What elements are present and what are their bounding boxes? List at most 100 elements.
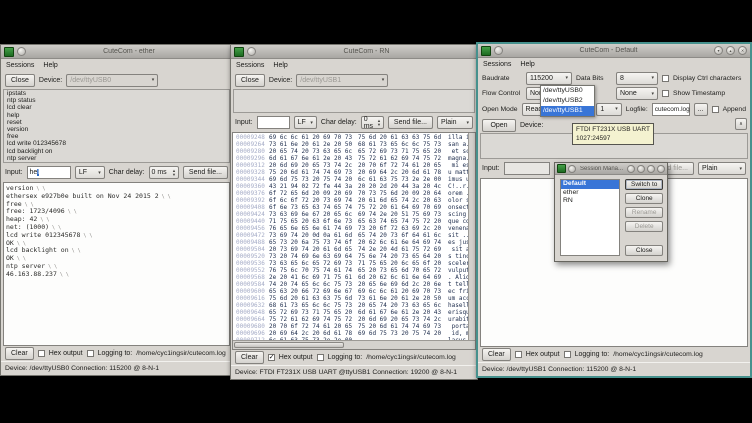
maximize-button[interactable] (647, 165, 655, 173)
hex-row: 000093926f 6c 6f 72 20 73 69 7420 61 6d … (236, 197, 475, 204)
command-input[interactable] (257, 116, 290, 129)
hex-output-view[interactable]: 0000924869 6c 6c 61 20 69 70 7375 6d 20 … (232, 132, 476, 350)
device-combo[interactable]: /dev/ttyUSB1 (296, 74, 388, 87)
session-item[interactable]: RN (561, 197, 619, 206)
hex-rows: 0000924869 6c 6c 61 20 69 70 7375 6d 20 … (236, 134, 475, 344)
history-item[interactable]: ntp status (4, 97, 229, 104)
close-button[interactable] (657, 165, 665, 173)
collapse-settings-button[interactable]: ∧ (735, 118, 747, 130)
window-menu-button[interactable] (568, 165, 576, 173)
minimize-button[interactable]: ▾ (714, 46, 723, 55)
command-input[interactable] (504, 162, 550, 175)
show-timestamp-checkbox[interactable] (662, 90, 669, 97)
history-item[interactable]: reset (4, 119, 229, 126)
logfile-field[interactable]: cutecom.log (652, 103, 690, 116)
menu-sessions[interactable]: Sessions (236, 62, 264, 69)
history-item[interactable]: ipstats (4, 90, 229, 97)
send-file-button[interactable]: Send file... (388, 116, 433, 129)
rename-button[interactable]: Rename (625, 207, 663, 218)
logfile-browse-button[interactable]: ... (694, 103, 708, 116)
history-item[interactable]: lcd backlight on (4, 148, 229, 155)
session-item[interactable]: ether (561, 189, 619, 198)
clear-button[interactable]: Clear (5, 347, 34, 360)
spinner-arrows-icon[interactable]: ▲▼ (172, 169, 176, 176)
menu-help[interactable]: Help (43, 62, 57, 69)
device-option[interactable]: /dev/ttyUSB0 (541, 86, 594, 96)
command-input[interactable]: hel (27, 166, 71, 179)
clone-button[interactable]: Clone (625, 193, 663, 204)
history-item[interactable]: version (4, 126, 229, 133)
cutecom-icon (557, 164, 566, 173)
databits-combo[interactable]: 8 (616, 72, 658, 85)
horizontal-scrollbar[interactable] (233, 340, 475, 349)
log-path: /home/cyc1ingsir/cutecom.log (366, 354, 456, 361)
terminal-output[interactable]: version \ \ethersex e927b0e built on Nov… (3, 182, 230, 346)
send-file-button[interactable]: Send file... (183, 166, 228, 179)
hex-row: 0000950420 73 69 74 20 61 6d 6574 2e 20 … (236, 246, 475, 253)
char-delay-spinner[interactable]: 0 ms▲▼ (361, 116, 384, 129)
line-ending-combo[interactable]: LF (75, 166, 105, 179)
char-delay-spinner[interactable]: 0 ms▲▼ (149, 166, 179, 179)
history-item[interactable]: ntp server (4, 155, 229, 162)
command-history-list[interactable]: ipstatsntp statuslcd clearhelpresetversi… (3, 89, 230, 163)
hex-row: 0000952073 20 74 69 6e 63 69 6475 6e 74 … (236, 253, 475, 260)
device-dropdown-list[interactable]: /dev/ttyUSB0/dev/ttyUSB2/dev/ttyUSB1 (540, 85, 595, 117)
menu-help[interactable]: Help (520, 61, 534, 68)
dialog-titlebar[interactable]: Session Mana... (555, 163, 667, 175)
switch-to-button[interactable]: Switch to (625, 179, 663, 190)
history-item[interactable]: help (4, 112, 229, 119)
history-item[interactable]: free (4, 133, 229, 140)
spinner-arrows-icon[interactable]: ▲▼ (377, 119, 381, 126)
clear-button[interactable]: Clear (482, 348, 511, 361)
window-menu-button[interactable] (247, 47, 256, 56)
session-list[interactable]: DefaultetherRN (560, 179, 620, 256)
maximize-button[interactable]: ▴ (726, 46, 735, 55)
minimize-button[interactable] (637, 165, 645, 173)
settings-row-3: Open Mode Read/Write Stop Bits 1 Logfile… (478, 102, 750, 116)
hex-row: 0000948865 73 20 6a 75 73 74 6f20 62 6c … (236, 239, 475, 246)
delete-button[interactable]: Delete (625, 221, 663, 232)
logging-checkbox[interactable] (317, 354, 324, 361)
close-button[interactable]: ✕ (738, 46, 747, 55)
log-path: /home/cyc1ingsir/cutecom.log (613, 351, 703, 358)
hex-row: 0000964865 72 69 73 71 75 65 206d 61 67 … (236, 309, 475, 316)
pin-button[interactable] (627, 165, 635, 173)
stop-bits-combo[interactable]: 1 (596, 103, 621, 116)
scrollbar-thumb[interactable] (234, 342, 344, 348)
titlebar[interactable]: CuteCom - ether (1, 45, 232, 59)
titlebar[interactable]: CuteCom - Default ▾ ▴ ✕ (478, 44, 750, 58)
device-option[interactable]: /dev/ttyUSB2 (541, 96, 594, 106)
line-ending-combo[interactable]: LF (294, 116, 317, 129)
device-option[interactable]: /dev/ttyUSB1 (541, 106, 594, 116)
command-history-list[interactable] (233, 89, 475, 113)
history-item[interactable]: lcd write 012345678 (4, 140, 229, 147)
titlebar[interactable]: CuteCom - RN (231, 45, 477, 59)
menu-sessions[interactable]: Sessions (483, 61, 511, 68)
close-connection-button[interactable]: Close (5, 74, 35, 87)
cutecom-icon (4, 47, 14, 57)
menubar: Sessions Help (231, 59, 477, 71)
logging-checkbox[interactable] (87, 350, 94, 357)
close-connection-button[interactable]: Close (235, 74, 265, 87)
open-connection-button[interactable]: Open (482, 119, 516, 132)
logging-checkbox[interactable] (564, 351, 571, 358)
display-ctrl-checkbox[interactable] (662, 75, 669, 82)
session-item[interactable]: Default (561, 180, 619, 189)
display-mode-combo[interactable]: Plain (698, 162, 746, 175)
display-mode-combo[interactable]: Plain (437, 116, 473, 129)
close-dialog-button[interactable]: Close (625, 245, 663, 256)
parity-combo[interactable]: None (616, 87, 658, 100)
hex-output-checkbox[interactable] (268, 354, 275, 361)
device-combo[interactable]: /dev/ttyUSB0 (66, 74, 158, 87)
vertical-scrollbar[interactable] (468, 133, 475, 341)
window-menu-button[interactable] (494, 46, 503, 55)
history-item[interactable]: lcd clear (4, 104, 229, 111)
hex-output-checkbox[interactable] (515, 351, 522, 358)
baudrate-combo[interactable]: 115200 (526, 72, 572, 85)
window-menu-button[interactable] (17, 47, 26, 56)
append-checkbox[interactable] (712, 106, 719, 113)
menu-sessions[interactable]: Sessions (6, 62, 34, 69)
clear-button[interactable]: Clear (235, 351, 264, 364)
menu-help[interactable]: Help (273, 62, 287, 69)
hex-output-checkbox[interactable] (38, 350, 45, 357)
